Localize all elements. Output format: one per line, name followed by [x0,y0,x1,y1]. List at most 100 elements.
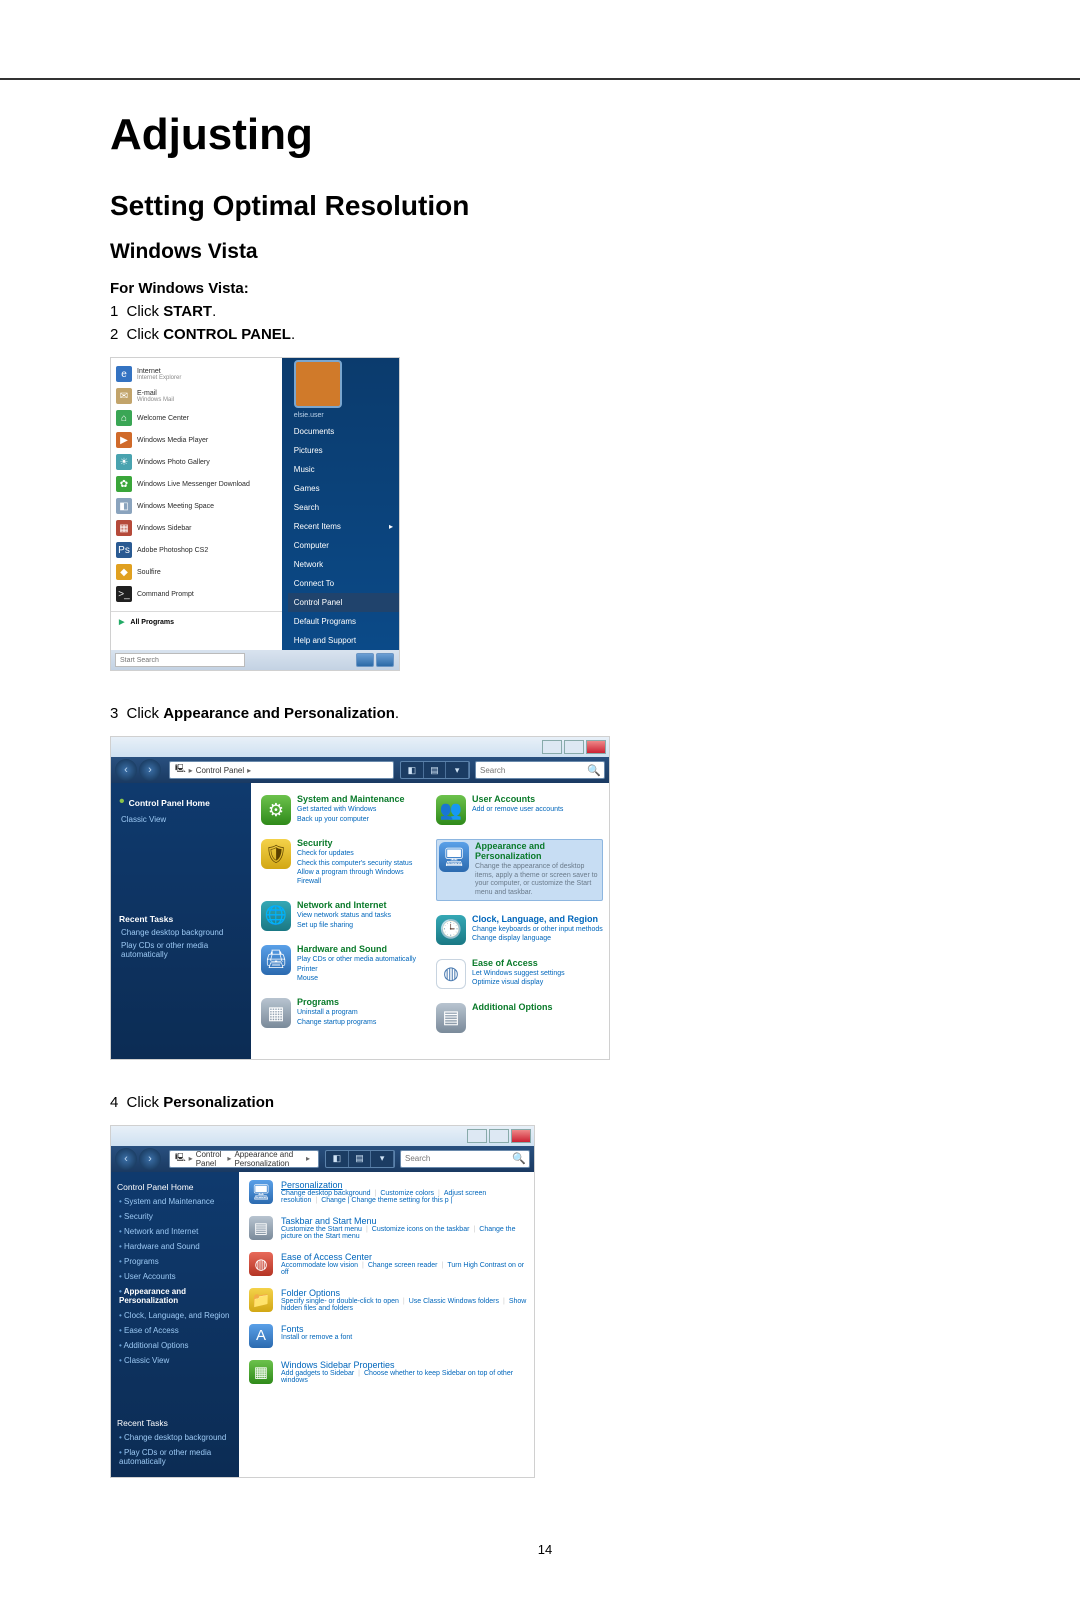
breadcrumb-bar[interactable]: 🖳 ▸ Control Panel ▸ Appearance and Perso… [169,1150,319,1168]
appearance-item[interactable]: ▦ Windows Sidebar PropertiesAdd gadgets … [249,1360,528,1384]
maximize-button[interactable] [489,1129,509,1143]
start-menu-item[interactable]: Ps Adobe Photoshop CS2 [111,539,282,561]
control-panel-category[interactable]: 🖨 Hardware and SoundPlay CDs or other me… [261,945,428,984]
sidebar-category[interactable]: User Accounts [117,1269,233,1284]
breadcrumb-bar[interactable]: 🖳 ▸ Control Panel ▸ [169,761,394,779]
appearance-item[interactable]: ◍ Ease of Access CenterAccommodate low v… [249,1252,528,1276]
power-buttons[interactable] [355,652,395,668]
category-icon: 🖨 [261,945,291,975]
control-panel-category[interactable]: ◍ Ease of AccessLet Windows suggest sett… [436,959,603,989]
start-menu-right-item[interactable]: Connect To [288,574,399,593]
back-button[interactable]: ‹ [115,759,137,781]
start-menu-right-item[interactable]: Pictures [288,441,399,460]
control-panel-category[interactable]: 👥 User AccountsAdd or remove user accoun… [436,795,603,825]
page-number: 14 [110,1542,980,1557]
control-panel-category[interactable]: ⚙ System and MaintenanceGet started with… [261,795,428,825]
start-menu-left-pane: e InternetInternet Explorer✉ E-mailWindo… [111,358,282,650]
screenshot-control-panel: ‹ › 🖳 ▸ Control Panel ▸ ◧▤▾ 🔍 •Control P… [110,736,610,1060]
sidebar-category[interactable]: Programs [117,1254,233,1269]
program-icon: ▦ [116,520,132,536]
control-panel-category[interactable]: ▤ Additional Options [436,1003,603,1033]
start-menu-item[interactable]: >_ Command Prompt [111,583,282,605]
start-menu-right-item[interactable]: Recent Items▸ [288,517,399,536]
program-icon: ☀ [116,454,132,470]
appearance-sidebar: Control Panel Home System and Maintenanc… [111,1172,239,1477]
search-input[interactable] [476,766,586,775]
step-3-suffix: . [395,705,399,722]
search-input[interactable] [401,1154,511,1163]
sidebar-heading: Control Panel Home [129,798,210,808]
category-icon: 🖥 [439,842,469,872]
forward-button[interactable]: › [139,1148,161,1170]
sidebar-category[interactable]: System and Maintenance [117,1194,233,1209]
start-search-input[interactable] [115,653,245,667]
appearance-item[interactable]: ▤ Taskbar and Start MenuCustomize the St… [249,1216,528,1240]
sidebar-recent-link[interactable]: Play CDs or other media automatically [117,1445,233,1469]
breadcrumb-item[interactable]: Control Panel [196,1150,225,1168]
sidebar-classic-view[interactable]: Classic View [117,1353,233,1368]
close-button[interactable] [511,1129,531,1143]
start-menu-right-item[interactable]: Computer [288,536,399,555]
appearance-item[interactable]: A FontsInstall or remove a font [249,1324,528,1348]
search-box[interactable]: 🔍 [475,761,605,779]
program-icon: ⌂ [116,410,132,426]
sidebar-category[interactable]: Network and Internet [117,1224,233,1239]
step-1: 1 Click START. [110,303,980,320]
control-panel-category[interactable]: 🕒 Clock, Language, and RegionChange keyb… [436,915,603,945]
start-menu-item[interactable]: ✿ Windows Live Messenger Download [111,473,282,495]
start-menu-right-item[interactable]: Music [288,460,399,479]
item-icon: ▦ [249,1360,273,1384]
sidebar-recent-link[interactable]: Play CDs or other media automatically [121,941,243,959]
sidebar-recent-link[interactable]: Change desktop background [121,928,243,937]
view-button-group[interactable]: ◧▤▾ [325,1150,395,1168]
step-2-prefix: Click [127,326,164,343]
explorer-nav-bar: ‹ › 🖳 ▸ Control Panel ▸ ◧▤▾ 🔍 [111,757,609,783]
start-menu-item[interactable]: ▶ Windows Media Player [111,429,282,451]
sidebar-category[interactable]: Clock, Language, and Region [117,1308,233,1323]
explorer-nav-bar: ‹ › 🖳 ▸ Control Panel ▸ Appearance and P… [111,1146,534,1172]
start-menu-right-item[interactable]: Help and Support [288,631,399,650]
forward-button[interactable]: › [139,759,161,781]
control-panel-category[interactable]: 🌐 Network and InternetView network statu… [261,901,428,931]
start-menu-right-item[interactable]: Network [288,555,399,574]
appearance-item[interactable]: 📁 Folder OptionsSpecify single- or doubl… [249,1288,528,1312]
start-menu-right-item[interactable]: Games [288,479,399,498]
start-menu-right-item[interactable]: Default Programs [288,612,399,631]
search-box[interactable]: 🔍 [400,1150,530,1168]
start-menu-item[interactable]: ⌂ Welcome Center [111,407,282,429]
start-menu-item[interactable]: ▦ Windows Sidebar [111,517,282,539]
back-button[interactable]: ‹ [115,1148,137,1170]
start-menu-right-item[interactable]: Documents [288,422,399,441]
sidebar-category[interactable]: Hardware and Sound [117,1239,233,1254]
sidebar-category[interactable]: Additional Options [117,1338,233,1353]
start-menu-right-item[interactable]: Search [288,498,399,517]
start-menu-item[interactable]: ☀ Windows Photo Gallery [111,451,282,473]
sidebar-classic-view[interactable]: Classic View [121,815,243,824]
program-icon: ◆ [116,564,132,580]
sidebar-category[interactable]: Ease of Access [117,1323,233,1338]
start-menu-item[interactable]: e InternetInternet Explorer [111,363,282,385]
start-menu-item[interactable]: ◆ Soulfire [111,561,282,583]
view-button-group[interactable]: ◧▤▾ [400,761,470,779]
start-menu-item[interactable]: ◧ Windows Meeting Space [111,495,282,517]
maximize-button[interactable] [564,740,584,754]
item-icon: ◍ [249,1252,273,1276]
start-menu-item[interactable]: ✉ E-mailWindows Mail [111,385,282,407]
minimize-button[interactable] [542,740,562,754]
control-panel-category[interactable]: 🛡 SecurityCheck for updatesCheck this co… [261,839,428,887]
breadcrumb-item[interactable]: Appearance and Personalization [234,1150,303,1168]
appearance-item[interactable]: 🖥 PersonalizationChange desktop backgrou… [249,1180,528,1204]
all-programs[interactable]: ▶All Programs [111,611,282,632]
sidebar-category[interactable]: Appearance and Personalization [117,1284,233,1308]
close-button[interactable] [586,740,606,754]
start-menu-right-item[interactable]: Control Panel [288,593,399,612]
sidebar-category[interactable]: Security [117,1209,233,1224]
breadcrumb-item[interactable]: Control Panel [196,766,244,775]
step-4: 4 Click Personalization [110,1094,980,1111]
step-2-bold: CONTROL PANEL [163,326,291,343]
minimize-button[interactable] [467,1129,487,1143]
sidebar-recent-link[interactable]: Change desktop background [117,1430,233,1445]
program-icon: ◧ [116,498,132,514]
control-panel-category[interactable]: 🖥 Appearance and PersonalizationChange t… [436,839,603,901]
control-panel-category[interactable]: ▦ ProgramsUninstall a programChange star… [261,998,428,1028]
